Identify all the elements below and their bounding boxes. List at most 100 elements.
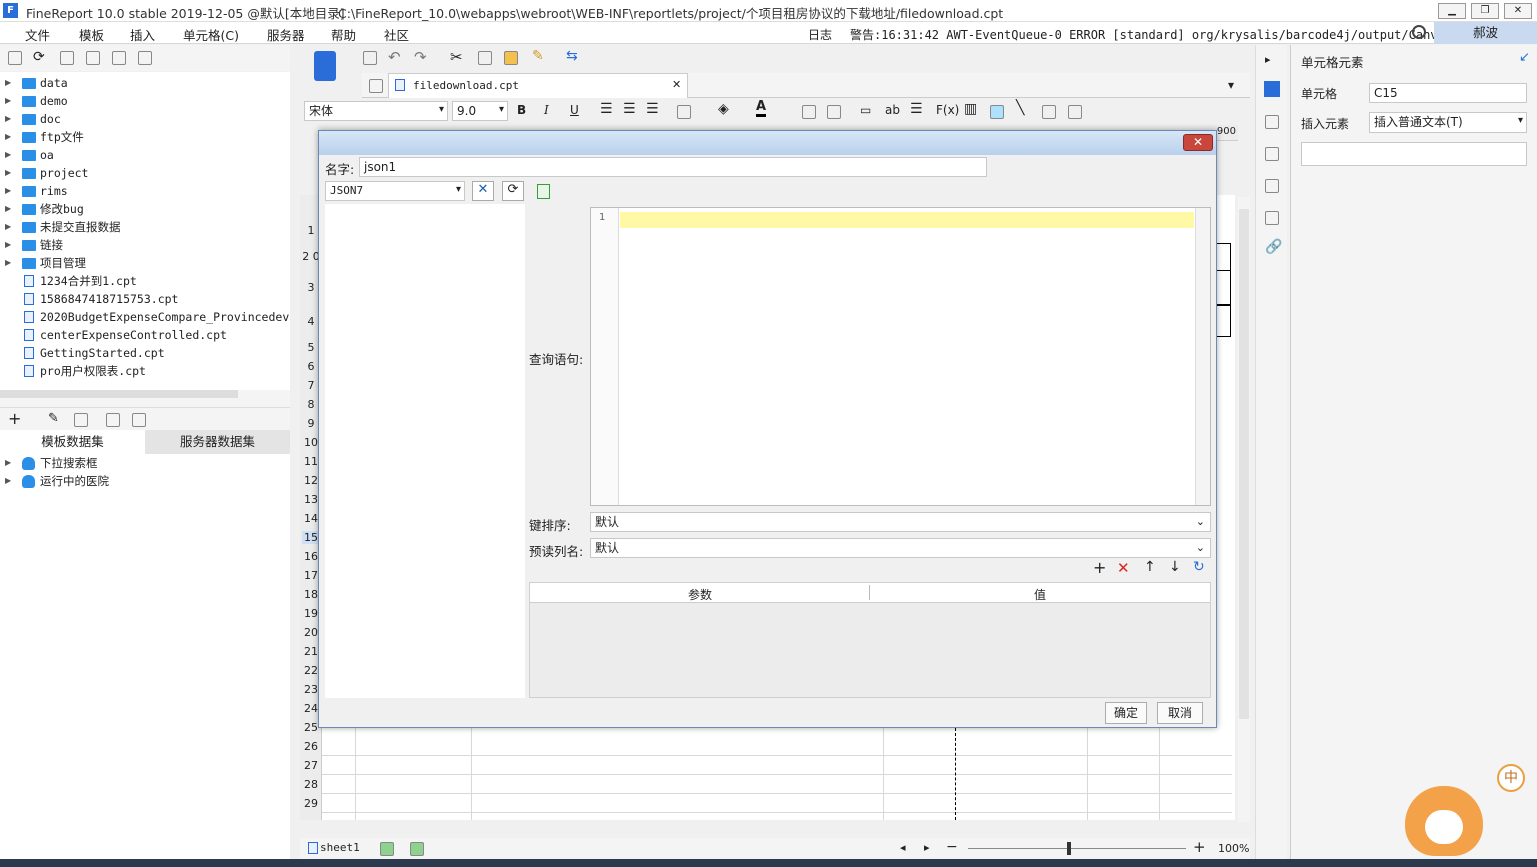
condition-icon[interactable] <box>1265 211 1279 225</box>
add-form-icon[interactable] <box>410 842 424 856</box>
tab-template-dataset[interactable]: 模板数据集 <box>0 430 145 454</box>
tree-item[interactable]: ▶ oa <box>0 146 290 164</box>
tree-item[interactable]: ▶ doc <box>0 110 290 128</box>
hyperlink-icon[interactable]: 🔗 <box>1265 239 1282 255</box>
rich-text-icon[interactable]: ☰ <box>910 101 923 117</box>
dialog-close-button[interactable]: ✕ <box>1183 134 1213 151</box>
tree-item[interactable]: ▶ project <box>0 164 290 182</box>
expand-arrow-icon[interactable]: ▶ <box>5 236 11 254</box>
query-editor[interactable]: 1 <box>590 207 1211 506</box>
menu-community[interactable]: 社区 <box>384 25 409 44</box>
menu-server[interactable]: 服务器 <box>267 25 305 44</box>
row-number[interactable]: 29 <box>302 797 320 810</box>
log-label[interactable]: 日志 <box>808 26 832 43</box>
text-wrap-icon[interactable]: ▭ <box>860 103 871 117</box>
float-element-icon[interactable] <box>1265 147 1279 161</box>
ime-indicator-icon[interactable]: 中 <box>1497 764 1525 792</box>
copy-cell-icon[interactable] <box>478 51 492 65</box>
minimize-button[interactable]: ▁ <box>1438 3 1466 19</box>
save-icon[interactable] <box>363 51 377 65</box>
slash-icon[interactable]: ╲ <box>1016 100 1024 116</box>
align-right-icon[interactable]: ☰ <box>646 101 659 117</box>
tree-item[interactable]: ▶ 未提交直报数据 <box>0 218 290 236</box>
border-icon[interactable] <box>677 105 691 119</box>
tree-item[interactable]: ▶ data <box>0 74 290 92</box>
text-icon[interactable]: ab <box>885 103 900 117</box>
underline-button[interactable]: U <box>570 103 579 117</box>
tree-h-scrollbar[interactable] <box>0 390 238 398</box>
properties-icon[interactable] <box>60 51 74 65</box>
edit-icon[interactable]: ✎ <box>48 411 59 426</box>
zoom-in-icon[interactable]: + <box>1193 838 1206 856</box>
refresh-params-icon[interactable]: ↻ <box>1193 559 1205 575</box>
user-name[interactable]: 郝波 <box>1434 22 1537 44</box>
zoom-out-icon[interactable]: − <box>946 839 958 855</box>
table-list[interactable] <box>325 204 525 698</box>
cell-input[interactable]: C15 <box>1369 83 1527 103</box>
close-tab-icon[interactable]: ✕ <box>672 78 681 91</box>
expand-arrow-icon[interactable]: ▶ <box>5 218 11 236</box>
expand-arrow-icon[interactable]: ▶ <box>5 146 11 164</box>
editor-v-scrollbar[interactable] <box>1195 208 1210 505</box>
menu-template[interactable]: 模板 <box>79 25 104 44</box>
pane-pin-icon[interactable]: ↙ <box>1519 50 1530 65</box>
connection-settings-icon[interactable]: ✕ <box>472 181 494 201</box>
key-sort-select[interactable]: 默认 ⌄ <box>590 512 1211 532</box>
tab-menu-icon[interactable]: ▾ <box>1228 78 1234 92</box>
tree-item[interactable]: ▶ 修改bug <box>0 200 290 218</box>
dataset-item[interactable]: ▶ 运行中的医院 <box>0 472 290 490</box>
expand-arrow-icon[interactable]: ▶ <box>5 128 11 146</box>
delete-icon[interactable] <box>112 51 126 65</box>
tree-item[interactable]: 1234合并到1.cpt <box>0 272 290 290</box>
zoom-slider[interactable] <box>968 848 1186 849</box>
row-number[interactable]: 27 <box>302 759 320 772</box>
delete-dataset-icon[interactable] <box>74 413 88 427</box>
expand-arrow-icon[interactable]: ▶ <box>5 472 11 490</box>
tab-filedownload[interactable]: filedownload.cpt ✕ <box>388 73 688 98</box>
copy-icon[interactable] <box>138 51 152 65</box>
merge-icon[interactable] <box>802 105 816 119</box>
widget-setting-icon[interactable] <box>1265 179 1279 193</box>
add-param-icon[interactable]: + <box>1093 558 1106 577</box>
cell-attribute-icon[interactable] <box>1265 115 1279 129</box>
cut-icon[interactable]: ✂ <box>450 48 463 66</box>
insert-element-select[interactable]: 插入普通文本(T) ▾ <box>1369 112 1527 133</box>
tab-server-dataset[interactable]: 服务器数据集 <box>145 430 290 454</box>
dataset-item[interactable]: ▶ 下拉搜索框 <box>0 454 290 472</box>
align-left-icon[interactable]: ☰ <box>600 101 613 117</box>
menu-help[interactable]: 帮助 <box>331 25 356 44</box>
expand-arrow-icon[interactable]: ▶ <box>5 74 11 92</box>
preview-columns-select[interactable]: 默认 ⌄ <box>590 538 1211 558</box>
align-center-icon[interactable]: ☰ <box>623 101 636 117</box>
sheet-tab[interactable]: sheet1 <box>320 841 360 854</box>
paste-icon[interactable] <box>504 51 518 65</box>
ok-button[interactable]: 确定 <box>1105 702 1147 724</box>
widget-icon[interactable] <box>1068 105 1082 119</box>
tree-item[interactable]: centerExpenseControlled.cpt <box>0 326 290 344</box>
tree-item[interactable]: 2020BudgetExpenseCompare_Provincedevelop <box>0 308 290 326</box>
preview-data-icon[interactable] <box>537 184 550 199</box>
expand-arrow-icon[interactable]: ▶ <box>5 92 11 110</box>
tree-item[interactable]: ▶ 链接 <box>0 236 290 254</box>
row-number[interactable]: 28 <box>302 778 320 791</box>
menu-file[interactable]: 文件 <box>25 25 50 44</box>
font-name-select[interactable]: 宋体 ▾ <box>304 101 448 121</box>
add-sheet-icon[interactable] <box>380 842 394 856</box>
row-number[interactable]: 26 <box>302 740 320 753</box>
redo-icon[interactable]: ↷ <box>414 48 427 66</box>
image-icon[interactable] <box>990 105 1004 119</box>
tree-item[interactable]: 1586847418715753.cpt <box>0 290 290 308</box>
tree-item[interactable]: ▶ rims <box>0 182 290 200</box>
v-scroll-thumb[interactable] <box>1239 209 1249 719</box>
expand-arrow-icon[interactable]: ▶ <box>5 454 11 472</box>
expand-arrow-icon[interactable]: ▶ <box>5 164 11 182</box>
format-painter-icon[interactable]: ✎ <box>532 48 544 64</box>
bordered-cell[interactable] <box>1217 305 1231 337</box>
swap-icon[interactable]: ⇆ <box>566 48 578 64</box>
move-up-icon[interactable]: ↑ <box>1144 559 1156 575</box>
v-scrollbar[interactable] <box>1238 197 1250 822</box>
bordered-cell[interactable] <box>1217 270 1231 305</box>
remove-param-icon[interactable]: ✕ <box>1117 559 1130 577</box>
menu-insert[interactable]: 插入 <box>130 25 155 44</box>
formula-icon[interactable]: F(x) <box>936 103 959 117</box>
